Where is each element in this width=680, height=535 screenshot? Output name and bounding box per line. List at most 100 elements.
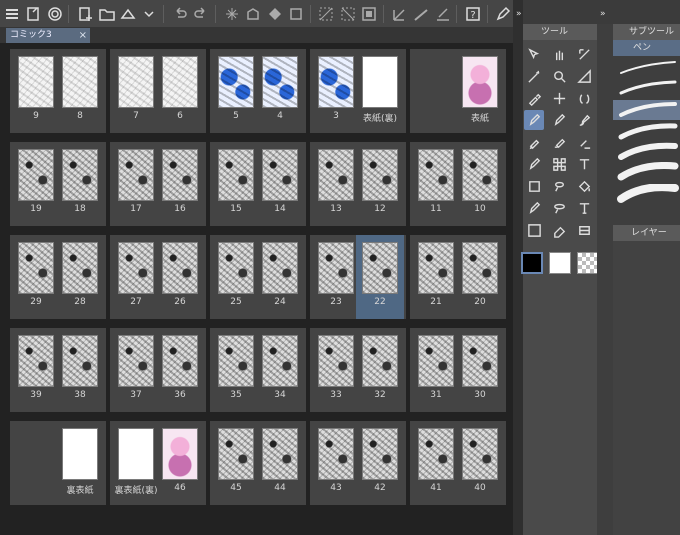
page-thumbnail[interactable] bbox=[118, 428, 154, 480]
page-thumbnail[interactable] bbox=[418, 428, 454, 480]
page-spread[interactable]: 45 44 bbox=[210, 421, 306, 505]
marker-icon[interactable] bbox=[524, 132, 544, 152]
crop-icon[interactable] bbox=[338, 3, 357, 25]
ruler-icon[interactable] bbox=[390, 3, 409, 25]
vector-pen-icon[interactable] bbox=[524, 198, 544, 218]
zoom-icon[interactable] bbox=[549, 66, 569, 86]
open-folder-icon[interactable] bbox=[97, 3, 116, 25]
page-spread[interactable]: 19 18 bbox=[10, 142, 106, 226]
page-thumbnail[interactable] bbox=[62, 242, 98, 294]
shape-icon[interactable] bbox=[243, 3, 262, 25]
save-icon[interactable] bbox=[118, 3, 137, 25]
subtool-brush-item[interactable] bbox=[613, 78, 680, 98]
page-spread[interactable]: 21 20 bbox=[410, 235, 506, 319]
page-spread[interactable]: 43 42 bbox=[310, 421, 406, 505]
page-spread[interactable]: 11 10 bbox=[410, 142, 506, 226]
airbrush-icon[interactable] bbox=[549, 132, 569, 152]
page-spread[interactable]: 35 34 bbox=[210, 328, 306, 412]
move-icon[interactable] bbox=[549, 88, 569, 108]
page-thumbnail[interactable] bbox=[362, 428, 398, 480]
eraser-line-icon[interactable] bbox=[433, 3, 452, 25]
text-brush-icon[interactable] bbox=[574, 154, 594, 174]
page-thumbnail[interactable] bbox=[462, 335, 498, 387]
page-thumbnail[interactable] bbox=[362, 335, 398, 387]
page-thumbnail[interactable] bbox=[62, 428, 98, 480]
page-thumbnail[interactable] bbox=[162, 335, 198, 387]
page-thumbnail[interactable] bbox=[118, 56, 154, 108]
balloon-icon[interactable] bbox=[549, 198, 569, 218]
page-thumbnail[interactable] bbox=[218, 149, 254, 201]
page-spread[interactable]: 裏表紙 bbox=[10, 421, 106, 505]
sparkle-icon[interactable] bbox=[222, 3, 241, 25]
brush-line-icon[interactable] bbox=[411, 3, 430, 25]
document-tab[interactable]: コミック3 × bbox=[6, 28, 90, 43]
pen-settings-icon[interactable] bbox=[494, 3, 513, 25]
page-spread[interactable]: 98 bbox=[10, 49, 106, 133]
rectangle-icon[interactable] bbox=[524, 176, 544, 196]
blend-icon[interactable] bbox=[574, 88, 594, 108]
page-spread[interactable]: 76 bbox=[110, 49, 206, 133]
page-thumbnail[interactable] bbox=[318, 56, 354, 108]
page-spread[interactable]: 39 38 bbox=[10, 328, 106, 412]
text-icon[interactable] bbox=[574, 198, 594, 218]
collapse-left-icon[interactable]: » bbox=[516, 6, 528, 22]
page-thumbnail[interactable] bbox=[162, 149, 198, 201]
page-thumbnail[interactable] bbox=[18, 149, 54, 201]
page-thumbnail[interactable] bbox=[118, 335, 154, 387]
page-thumbnail[interactable] bbox=[362, 149, 398, 201]
page-spread[interactable]: 15 14 bbox=[210, 142, 306, 226]
hand-icon[interactable] bbox=[549, 44, 569, 64]
page-thumbnail[interactable] bbox=[262, 56, 298, 108]
operation-icon[interactable] bbox=[574, 44, 594, 64]
pen-icon[interactable] bbox=[524, 110, 544, 130]
page-thumbnail[interactable] bbox=[218, 428, 254, 480]
page-thumbnail[interactable] bbox=[118, 242, 154, 294]
page-thumbnail[interactable] bbox=[418, 242, 454, 294]
undo-icon[interactable] bbox=[170, 3, 189, 25]
page-thumbnail[interactable] bbox=[218, 56, 254, 108]
move-layer-icon[interactable] bbox=[524, 44, 544, 64]
lasso-icon[interactable] bbox=[549, 176, 569, 196]
page-thumbnail[interactable] bbox=[318, 428, 354, 480]
fill-icon[interactable] bbox=[265, 3, 284, 25]
pen-group-tab[interactable]: ペン bbox=[613, 40, 680, 56]
page-thumbnail[interactable] bbox=[462, 149, 498, 201]
page-thumbnail[interactable] bbox=[218, 335, 254, 387]
page-thumbnail[interactable] bbox=[62, 335, 98, 387]
subtool-brush-item[interactable] bbox=[613, 162, 680, 182]
ruler-icon[interactable] bbox=[574, 66, 594, 86]
chevron-down-icon[interactable] bbox=[140, 3, 159, 25]
page-thumbnail[interactable] bbox=[262, 149, 298, 201]
page-spread[interactable]: 27 26 bbox=[110, 235, 206, 319]
deselect-icon[interactable] bbox=[317, 3, 336, 25]
pencil-icon[interactable] bbox=[549, 110, 569, 130]
subtool-brush-item[interactable] bbox=[613, 122, 680, 142]
page-spread[interactable]: 54 bbox=[210, 49, 306, 133]
page-spread[interactable]: 表紙 bbox=[410, 49, 506, 133]
page-thumbnail[interactable] bbox=[262, 428, 298, 480]
page-thumbnail[interactable] bbox=[118, 149, 154, 201]
page-spread[interactable]: 41 40 bbox=[410, 421, 506, 505]
transparent-color-swatch[interactable] bbox=[577, 252, 599, 274]
close-icon[interactable]: × bbox=[79, 28, 87, 43]
select-all-icon[interactable] bbox=[360, 3, 379, 25]
subtool-brush-item[interactable] bbox=[613, 58, 680, 78]
page-spread[interactable]: 13 12 bbox=[310, 142, 406, 226]
page-thumbnail[interactable] bbox=[18, 335, 54, 387]
page-thumbnail[interactable] bbox=[218, 242, 254, 294]
page-spread[interactable]: 25 24 bbox=[210, 235, 306, 319]
transform-icon[interactable] bbox=[286, 3, 305, 25]
gradient-icon[interactable] bbox=[524, 220, 544, 240]
sub-color-swatch[interactable] bbox=[549, 252, 571, 274]
new-file-icon[interactable] bbox=[23, 3, 42, 25]
brush-icon[interactable] bbox=[574, 110, 594, 130]
collapse-icon[interactable]: » bbox=[600, 6, 612, 22]
eraser-icon[interactable] bbox=[549, 220, 569, 240]
page-thumbnail[interactable] bbox=[462, 242, 498, 294]
help-icon[interactable]: ? bbox=[463, 3, 482, 25]
menu-icon[interactable] bbox=[2, 3, 21, 25]
page-thumbnail[interactable] bbox=[418, 335, 454, 387]
page-thumbnail[interactable] bbox=[162, 428, 198, 480]
page-thumbnail[interactable] bbox=[262, 242, 298, 294]
page-spread[interactable]: 17 16 bbox=[110, 142, 206, 226]
